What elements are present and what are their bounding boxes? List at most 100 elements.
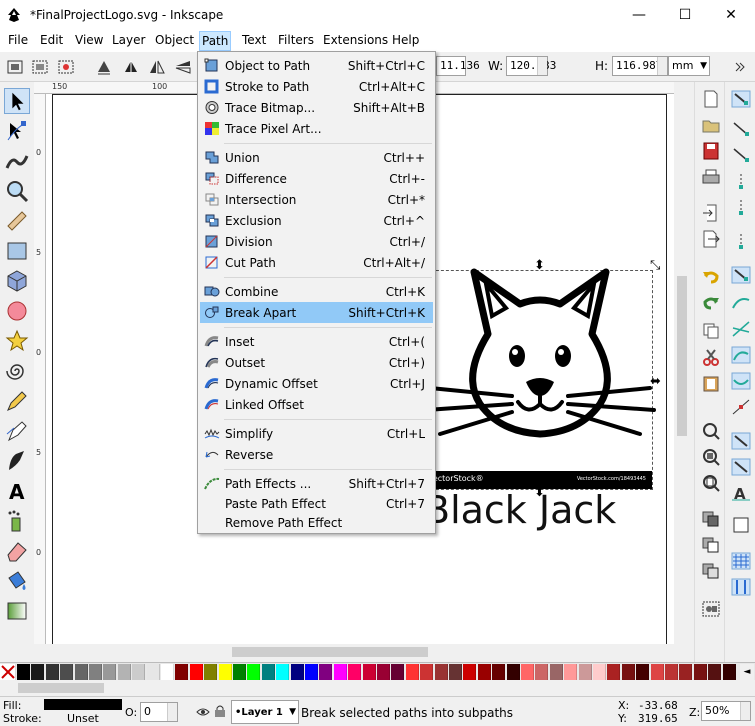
color-swatch[interactable] — [276, 664, 290, 680]
rectangle-tool-icon[interactable] — [4, 238, 30, 264]
color-swatch[interactable] — [391, 664, 405, 680]
menu-object[interactable]: Object — [153, 33, 196, 47]
color-swatch[interactable] — [549, 664, 563, 680]
color-swatch[interactable] — [290, 664, 304, 680]
rotate-ccw-icon[interactable] — [95, 58, 113, 76]
color-swatch[interactable] — [621, 664, 635, 680]
color-swatch[interactable] — [319, 664, 333, 680]
menu-item-trace-bitmap[interactable]: Trace Bitmap... Shift+Alt+B — [200, 97, 433, 118]
color-swatch[interactable] — [218, 664, 232, 680]
color-swatch[interactable] — [117, 664, 131, 680]
close-button[interactable]: ✕ — [708, 0, 754, 30]
color-swatch[interactable] — [17, 664, 30, 680]
color-swatch[interactable] — [477, 664, 491, 680]
color-swatch[interactable] — [492, 664, 506, 680]
snap-page-border-icon[interactable] — [731, 516, 751, 534]
menu-layer[interactable]: Layer — [110, 33, 147, 47]
lock-icon[interactable] — [214, 704, 226, 718]
no-paint-swatch[interactable] — [0, 664, 16, 680]
snap-path-intersections-icon[interactable] — [731, 320, 751, 338]
color-swatch[interactable] — [103, 664, 117, 680]
menu-item-exclusion[interactable]: Exclusion Ctrl+^ — [200, 210, 433, 231]
color-swatch[interactable] — [420, 664, 434, 680]
group-icon[interactable] — [701, 600, 721, 618]
flip-horizontal-icon[interactable] — [148, 58, 166, 76]
menu-path[interactable]: Path — [199, 31, 232, 51]
horizontal-scrollbar[interactable] — [34, 644, 674, 660]
spray-tool-icon[interactable] — [4, 508, 30, 534]
star-tool-icon[interactable] — [4, 328, 30, 354]
ellipse-tool-icon[interactable] — [4, 298, 30, 324]
snap-object-centers-icon[interactable] — [731, 432, 751, 450]
color-swatch[interactable] — [175, 664, 189, 680]
maximize-button[interactable]: ☐ — [662, 0, 708, 30]
paint-bucket-tool-icon[interactable] — [4, 568, 30, 594]
menu-item-intersection[interactable]: Intersection Ctrl+* — [200, 189, 433, 210]
menu-filters[interactable]: Filters — [276, 33, 316, 47]
color-swatch[interactable] — [564, 664, 578, 680]
color-swatch[interactable] — [535, 664, 549, 680]
menu-edit[interactable]: Edit — [38, 33, 65, 47]
snap-bbox-midpoints-icon[interactable] — [731, 198, 751, 216]
3d-box-tool-icon[interactable] — [4, 268, 30, 294]
height-spinner[interactable] — [657, 57, 667, 75]
menu-item-combine[interactable]: Combine Ctrl+K — [200, 281, 433, 302]
menu-item-remove-path-effect[interactable]: Remove Path Effect — [200, 512, 433, 533]
snap-line-midpoints-icon[interactable] — [731, 398, 751, 416]
color-swatch[interactable] — [233, 664, 246, 680]
color-swatch[interactable] — [693, 664, 707, 680]
width-field[interactable]: 120.233 — [506, 56, 556, 76]
snap-bbox-centers-icon[interactable] — [731, 232, 751, 250]
eraser-tool-icon[interactable] — [4, 538, 30, 564]
save-icon[interactable] — [701, 142, 721, 160]
flip-vertical-icon[interactable] — [174, 58, 192, 76]
menu-help[interactable]: Help — [390, 33, 421, 47]
snap-rotation-center-icon[interactable] — [731, 458, 751, 476]
clone-icon[interactable] — [701, 536, 721, 554]
minimize-button[interactable]: — — [616, 0, 662, 30]
new-document-icon[interactable] — [701, 90, 721, 108]
spiral-tool-icon[interactable] — [4, 358, 30, 384]
menu-item-path-effects[interactable]: Path Effects ... Shift+Ctrl+7 — [200, 473, 433, 494]
zoom-drawing-icon[interactable] — [701, 448, 721, 466]
calligraphy-tool-icon[interactable] — [4, 448, 30, 474]
snap-bbox-icon[interactable] — [731, 120, 751, 138]
color-swatch[interactable] — [261, 664, 275, 680]
fill-swatch[interactable] — [44, 699, 122, 710]
opacity-spinner[interactable] — [167, 703, 177, 721]
menu-item-inset[interactable]: Inset Ctrl+( — [200, 331, 433, 352]
color-swatch[interactable] — [60, 664, 74, 680]
snap-smooth-nodes-icon[interactable] — [731, 372, 751, 390]
menu-item-paste-path-effect[interactable]: Paste Path Effect Ctrl+7 — [200, 493, 433, 514]
color-swatch[interactable] — [506, 664, 520, 680]
width-spinner[interactable] — [537, 57, 547, 75]
color-swatch[interactable] — [377, 664, 390, 680]
color-swatch[interactable] — [650, 664, 664, 680]
print-icon[interactable] — [701, 168, 721, 186]
color-swatch[interactable] — [434, 664, 448, 680]
color-swatch[interactable] — [45, 664, 59, 680]
rotate-cw-icon[interactable] — [122, 58, 140, 76]
cut-icon[interactable] — [701, 348, 721, 366]
color-swatch[interactable] — [204, 664, 218, 680]
pen-tool-icon[interactable] — [4, 418, 30, 444]
unlink-clone-icon[interactable] — [701, 562, 721, 580]
menu-item-break-apart[interactable]: Break Apart Shift+Ctrl+K — [200, 302, 433, 323]
snap-bbox-edges-icon[interactable] — [731, 146, 751, 164]
snap-guides-icon[interactable] — [731, 578, 751, 596]
color-swatch[interactable] — [333, 664, 347, 680]
color-swatch[interactable] — [305, 664, 318, 680]
pencil-tool-icon[interactable] — [4, 388, 30, 414]
deselect-icon[interactable] — [57, 58, 75, 76]
snap-bbox-corners-icon[interactable] — [731, 172, 751, 190]
color-swatch[interactable] — [161, 664, 174, 680]
color-swatch[interactable] — [449, 664, 462, 680]
menu-item-simplify[interactable]: Simplify Ctrl+L — [200, 423, 433, 444]
palette-menu-icon[interactable]: ◄ — [740, 664, 754, 680]
color-swatch[interactable] — [636, 664, 650, 680]
zoom-spinner[interactable] — [740, 702, 750, 720]
color-swatch[interactable] — [722, 664, 736, 680]
stroke-value[interactable]: Unset — [67, 712, 99, 725]
menu-item-dynamic-offset[interactable]: Dynamic Offset Ctrl+J — [200, 373, 433, 394]
snap-toggle-icon[interactable] — [731, 90, 751, 108]
